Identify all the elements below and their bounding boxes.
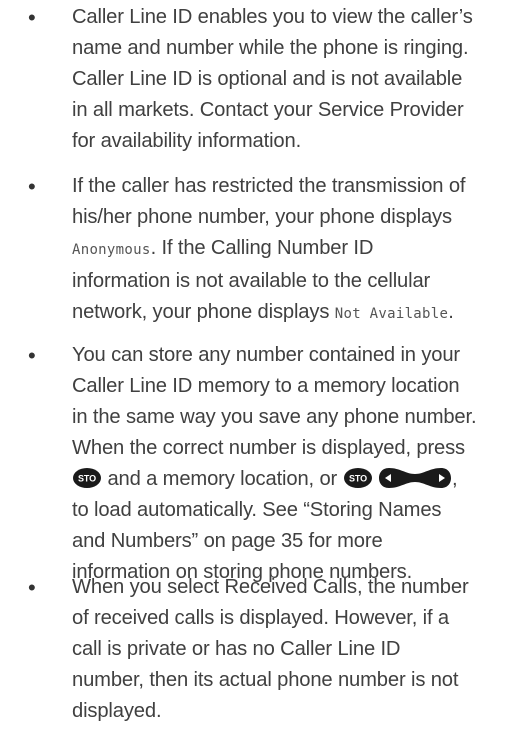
text-line: STO and a memory location, or STO , xyxy=(72,464,524,495)
text-line: Caller Line ID is optional and is not av… xyxy=(72,68,463,90)
manual-page: • Caller Line ID enables you to view the… xyxy=(0,0,528,729)
bullet-marker: • xyxy=(28,5,36,30)
text-line: name and number while the phone is ringi… xyxy=(72,37,469,59)
text-line: When the correct number is displayed, pr… xyxy=(72,437,465,459)
text-line: of received calls is displayed. However,… xyxy=(72,607,449,629)
text-line: Caller Line ID enables you to view the c… xyxy=(72,6,473,28)
text-line: to load automatically. See “Storing Name… xyxy=(72,499,442,521)
sto-key-icon: STO xyxy=(72,467,102,489)
text-line: Caller Line ID memory to a memory locati… xyxy=(72,375,460,397)
text-line: You can store any number contained in yo… xyxy=(72,344,460,366)
text-line: Anonymous. If the Calling Number ID xyxy=(72,237,374,259)
text-line: call is private or has no Caller Line ID xyxy=(72,638,401,660)
text-line: his/her phone number, your phone display… xyxy=(72,206,452,228)
bullet-text: When you select Received Calls, the numb… xyxy=(72,572,524,727)
sto-key-label: STO xyxy=(349,474,367,484)
text-line: displayed. xyxy=(72,700,162,722)
text-line: When you select Received Calls, the numb… xyxy=(72,576,469,598)
bullet-marker: • xyxy=(28,174,36,199)
bullet-marker: • xyxy=(28,343,36,368)
display-text-anonymous: Anonymous xyxy=(72,242,151,258)
bullet-text: You can store any number contained in yo… xyxy=(72,340,524,588)
display-text-not-available: Not Available xyxy=(334,306,449,322)
text-line: in all markets. Contact your Service Pro… xyxy=(72,99,464,121)
sto-key-label: STO xyxy=(78,474,96,484)
bullet-text: If the caller has restricted the transmi… xyxy=(72,171,524,330)
sto-key-icon: STO xyxy=(343,467,373,489)
text-line: in the same way you save any phone numbe… xyxy=(72,406,477,428)
text-line: for availability information. xyxy=(72,130,302,152)
text-line: If the caller has restricted the transmi… xyxy=(72,175,466,197)
scroll-key-icon xyxy=(378,467,452,489)
text-line: and Numbers” on page 35 for more xyxy=(72,530,383,552)
text-line: information is not available to the cell… xyxy=(72,270,431,292)
bullet-marker: • xyxy=(28,575,36,600)
text-line: network, your phone displays Not Availab… xyxy=(72,301,454,323)
text-line: number, then its actual phone number is … xyxy=(72,669,459,691)
bullet-text: Caller Line ID enables you to view the c… xyxy=(72,2,524,157)
